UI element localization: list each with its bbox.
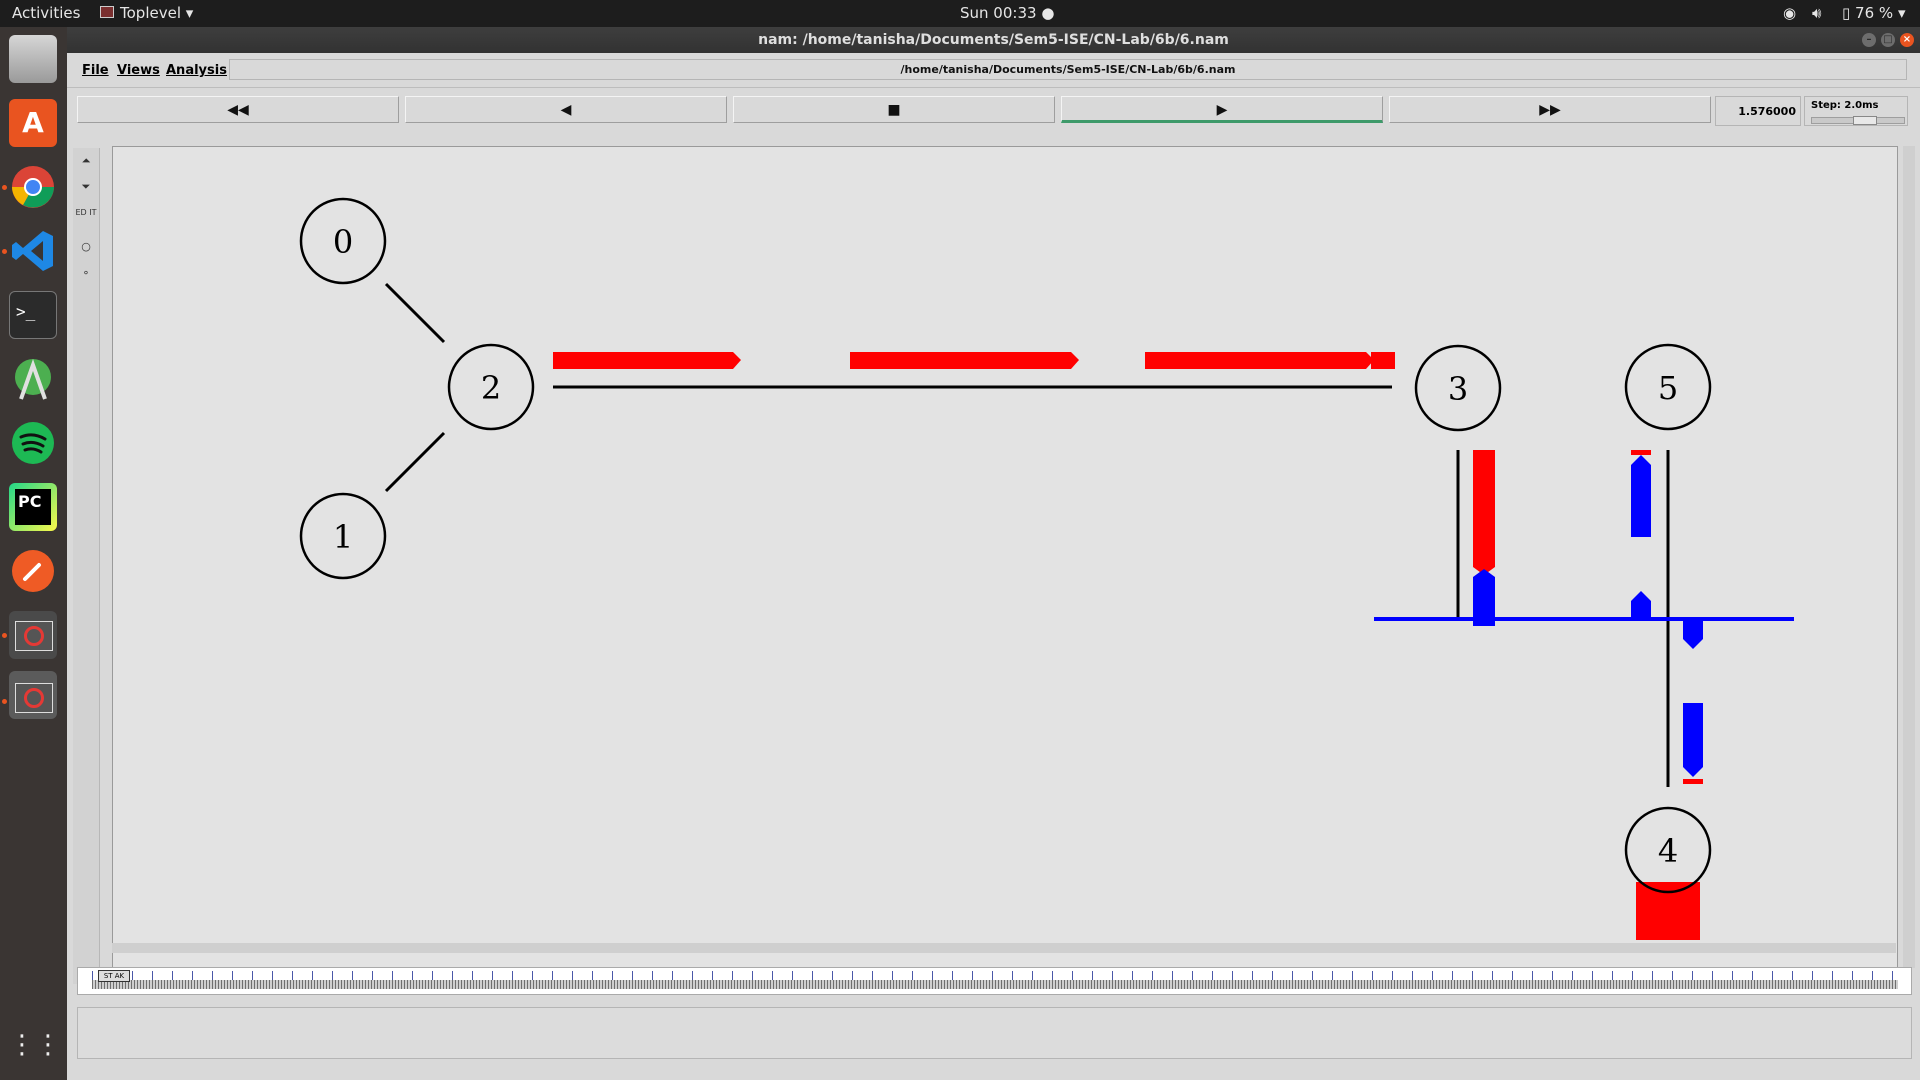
- spotify-icon[interactable]: [9, 419, 57, 467]
- node-2-label: 2: [481, 369, 501, 407]
- node-5[interactable]: 5: [1624, 343, 1712, 431]
- menu-analysis[interactable]: Analysis: [166, 63, 227, 78]
- circle-tool-icon[interactable]: ○: [75, 236, 97, 258]
- nam-window-icon[interactable]: [9, 671, 57, 719]
- app-menu-icon: [100, 6, 114, 18]
- zoom-in-icon[interactable]: ⏶: [75, 150, 97, 172]
- node-2[interactable]: 2: [447, 343, 535, 431]
- time-display: 1.576000: [1715, 96, 1801, 126]
- network-topology: 0 1 2 3 5 4: [299, 197, 1794, 940]
- window-titlebar[interactable]: nam: /home/tanisha/Documents/Sem5-ISE/CN…: [67, 27, 1920, 53]
- packet: [1683, 779, 1703, 784]
- vertical-scrollbar[interactable]: [1903, 146, 1915, 968]
- node-1-label: 1: [333, 518, 353, 556]
- tool-strip: ⏶ ⏷ ED IT ○ ∘: [73, 148, 100, 984]
- app-menu-label: Toplevel: [120, 4, 181, 22]
- menu-views[interactable]: Views: [117, 63, 160, 78]
- packet: [1145, 352, 1374, 369]
- step-slider[interactable]: [1811, 116, 1905, 125]
- system-top-bar: Activities Toplevel ▾ Sun 00:33 ● ◉ 🔊︎ ▯…: [0, 0, 1920, 27]
- node-4[interactable]: 4: [1624, 806, 1712, 894]
- packet: [1473, 569, 1495, 626]
- running-indicator: [2, 699, 7, 704]
- step-label: Step: 2.0ms: [1811, 100, 1879, 111]
- fast-forward-button[interactable]: ▶▶: [1389, 96, 1711, 123]
- android-studio-icon[interactable]: [9, 355, 57, 403]
- battery-level: 76 %: [1855, 4, 1894, 22]
- dock: A >_ PC ⋮⋮⋮: [0, 27, 87, 1080]
- step-control: Step: 2.0ms: [1804, 96, 1908, 126]
- system-status[interactable]: ▯ 76 % ▾: [1842, 4, 1905, 22]
- software-center-icon[interactable]: A: [9, 99, 57, 147]
- packet: [1371, 352, 1395, 369]
- timeline-marker[interactable]: ST AK: [98, 970, 130, 982]
- node-0[interactable]: 0: [299, 197, 387, 285]
- timeline-slider[interactable]: ST AK: [77, 967, 1912, 995]
- queue-node-4: [1636, 882, 1700, 940]
- clock-text: Sun 00:33: [960, 4, 1037, 22]
- nam-window-icon[interactable]: [9, 611, 57, 659]
- packet: [1683, 703, 1703, 777]
- close-icon[interactable]: ×: [1900, 33, 1914, 47]
- network-canvas[interactable]: 0 1 2 3 5 4: [112, 146, 1898, 970]
- packet: [850, 352, 1079, 369]
- minimize-icon[interactable]: –: [1862, 33, 1876, 47]
- node-3[interactable]: 3: [1414, 344, 1502, 432]
- small-circle-tool-icon[interactable]: ∘: [75, 262, 97, 284]
- edit-button[interactable]: ED IT: [75, 206, 97, 228]
- rewind-button[interactable]: ◀◀: [77, 96, 399, 123]
- files-icon[interactable]: [9, 35, 57, 83]
- running-indicator: [2, 249, 7, 254]
- notification-dot-icon: ●: [1041, 4, 1055, 22]
- vscode-icon[interactable]: [9, 227, 57, 275]
- zoom-out-icon[interactable]: ⏷: [75, 176, 97, 198]
- packet: [1473, 450, 1495, 575]
- horizontal-scrollbar[interactable]: [112, 943, 1896, 953]
- packet: [553, 352, 741, 369]
- running-indicator: [2, 633, 7, 638]
- stop-button[interactable]: ■: [733, 96, 1055, 123]
- running-indicator: [2, 185, 7, 190]
- nam-window: nam: /home/tanisha/Documents/Sem5-ISE/CN…: [67, 27, 1920, 1080]
- pycharm-icon[interactable]: PC: [9, 483, 57, 531]
- node-0-label: 0: [333, 223, 353, 261]
- packet: [1631, 450, 1651, 455]
- menu-file[interactable]: File: [82, 63, 109, 78]
- clock[interactable]: Sun 00:33 ●: [960, 4, 1054, 22]
- app-menu[interactable]: Toplevel ▾: [100, 4, 193, 22]
- step-slider-handle[interactable]: [1853, 116, 1877, 125]
- chevron-down-icon: ▾: [185, 4, 194, 22]
- packet: [1683, 621, 1703, 649]
- packet: [1631, 455, 1651, 537]
- volume-icon[interactable]: 🔊︎: [1812, 4, 1821, 22]
- window-title: nam: /home/tanisha/Documents/Sem5-ISE/CN…: [758, 32, 1229, 48]
- step-back-button[interactable]: ◀: [405, 96, 727, 123]
- terminal-icon[interactable]: >_: [9, 291, 57, 339]
- packet: [1631, 591, 1651, 619]
- annotation-panel[interactable]: [77, 1007, 1912, 1059]
- node-5-label: 5: [1658, 369, 1678, 407]
- link-0-2: [384, 282, 446, 344]
- chevron-down-icon: ▾: [1897, 4, 1906, 22]
- node-1[interactable]: 1: [299, 492, 387, 580]
- maximize-icon[interactable]: □: [1881, 33, 1895, 47]
- chrome-icon[interactable]: [9, 163, 57, 211]
- battery-icon: ▯: [1842, 4, 1851, 22]
- postman-icon[interactable]: [9, 547, 57, 595]
- activities-button[interactable]: Activities: [12, 4, 80, 22]
- play-button[interactable]: ▶: [1061, 96, 1383, 123]
- node-3-label: 3: [1448, 370, 1468, 408]
- wifi-icon[interactable]: ◉: [1783, 4, 1796, 22]
- node-4-label: 4: [1658, 832, 1678, 870]
- link-1-2: [384, 431, 446, 493]
- menu-bar: File Views Analysis /home/tanisha/Docume…: [67, 53, 1920, 88]
- playback-controls: ◀◀ ◀ ■ ▶ ▶▶ 1.576000 Step: 2.0ms: [67, 89, 1920, 133]
- show-apps-icon[interactable]: ⋮⋮⋮: [9, 1023, 87, 1071]
- file-path-display: /home/tanisha/Documents/Sem5-ISE/CN-Lab/…: [229, 59, 1907, 80]
- timeline-bar: [92, 980, 1898, 989]
